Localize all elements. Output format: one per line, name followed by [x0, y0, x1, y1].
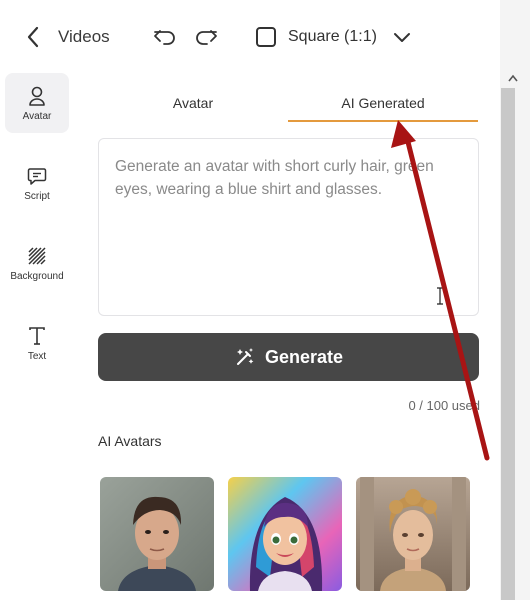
sidebar-item-label: Avatar — [22, 110, 52, 122]
sidebar-item-avatar[interactable]: Avatar — [5, 73, 69, 133]
young-man-portrait-icon — [100, 477, 214, 591]
text-icon — [26, 325, 48, 347]
avatar-tabs: Avatar AI Generated — [98, 84, 482, 122]
top-bar: Videos Square (1:1) — [0, 0, 500, 74]
generate-button[interactable]: Generate — [98, 333, 479, 381]
usage-counter: 0 / 100 used — [408, 398, 480, 413]
tab-ai-generated[interactable]: AI Generated — [288, 84, 478, 122]
ai-avatars-heading: AI Avatars — [98, 433, 162, 449]
cartoon-girl-portrait-icon — [228, 477, 342, 591]
sidebar-item-script[interactable]: Script — [5, 153, 69, 213]
text-cursor-icon — [437, 287, 443, 305]
sidebar-item-text[interactable]: Text — [5, 313, 69, 373]
aspect-ratio-dropdown[interactable]: Square (1:1) — [256, 24, 411, 50]
page-title: Videos — [58, 27, 110, 46]
chevron-down-icon — [393, 33, 410, 42]
left-sidebar: Avatar Script Background Text — [0, 68, 74, 600]
hatch-icon — [26, 245, 48, 267]
undo-icon[interactable] — [152, 26, 178, 48]
tab-avatar[interactable]: Avatar — [98, 84, 288, 122]
generate-label: Generate — [264, 346, 344, 367]
chat-icon — [26, 165, 48, 187]
redo-icon[interactable] — [193, 26, 219, 48]
classical-woman-portrait-icon — [356, 477, 470, 591]
sidebar-item-label: Background — [10, 270, 64, 282]
avatar-prompt-textarea[interactable]: Generate an avatar with short curly hair… — [98, 138, 479, 316]
sidebar-item-label: Script — [24, 190, 50, 202]
magic-wand-icon — [236, 348, 254, 365]
avatar-thumbnail-young-man[interactable] — [100, 477, 214, 591]
person-icon — [26, 85, 48, 107]
avatar-thumbnail-cartoon-girl[interactable] — [228, 477, 342, 591]
sidebar-item-label: Text — [27, 350, 47, 362]
sidebar-item-background[interactable]: Background — [5, 233, 69, 293]
scrollbar-thumb[interactable] — [501, 88, 515, 600]
aspect-ratio-label: Square (1:1) — [288, 28, 377, 45]
scroll-up-arrow-icon[interactable] — [506, 72, 520, 84]
square-ratio-icon — [256, 27, 276, 47]
back-arrow-icon[interactable] — [22, 25, 44, 49]
avatar-thumbnail-classical-woman[interactable] — [356, 477, 470, 591]
